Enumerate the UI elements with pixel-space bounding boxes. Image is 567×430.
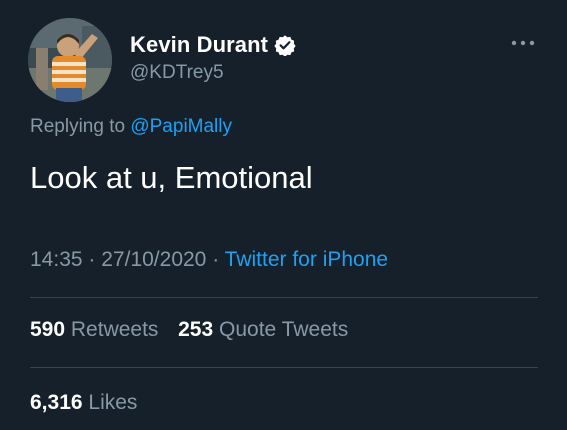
avatar[interactable] [28, 18, 112, 102]
more-options-icon[interactable] [509, 36, 539, 48]
author-display-name[interactable]: Kevin Durant [130, 32, 268, 58]
tweet-meta: 14:35 · 27/10/2020 · Twitter for iPhone [30, 248, 388, 272]
likes-stat-line: 6,316 Likes [30, 391, 137, 415]
tweet-text: Look at u, Emotional [30, 160, 313, 195]
quote-tweets-stat[interactable]: 253 Quote Tweets [178, 318, 348, 341]
author-handle[interactable]: @KDTrey5 [130, 62, 224, 84]
tweet-time[interactable]: 14:35 [30, 248, 83, 271]
likes-stat[interactable]: 6,316 Likes [30, 391, 137, 414]
retweets-stat[interactable]: 590 Retweets [30, 318, 164, 341]
author-name-row: Kevin Durant [130, 32, 296, 58]
reply-to-handle-link[interactable]: @PapiMally [130, 116, 232, 137]
verified-badge-icon [274, 34, 296, 57]
replying-to-label: Replying to [30, 116, 126, 137]
quote-tweets-count: 253 [178, 318, 214, 341]
tweet-detail: Kevin Durant @KDTrey5 Replying to @PapiM… [0, 0, 567, 430]
meta-separator: · [212, 248, 220, 271]
divider [30, 367, 538, 368]
likes-label: Likes [88, 391, 138, 414]
replying-to-line: Replying to @PapiMally [30, 116, 232, 138]
divider [30, 297, 538, 298]
likes-count: 6,316 [30, 391, 83, 414]
avatar-photo [28, 18, 112, 102]
engagement-stats: 590 Retweets 253 Quote Tweets [30, 318, 348, 342]
retweets-label: Retweets [70, 318, 159, 341]
meta-separator: · [88, 248, 96, 271]
retweets-count: 590 [30, 318, 66, 341]
tweet-date[interactable]: 27/10/2020 [101, 248, 206, 271]
quote-tweets-label: Quote Tweets [219, 318, 349, 341]
tweet-source-link[interactable]: Twitter for iPhone [225, 248, 388, 271]
